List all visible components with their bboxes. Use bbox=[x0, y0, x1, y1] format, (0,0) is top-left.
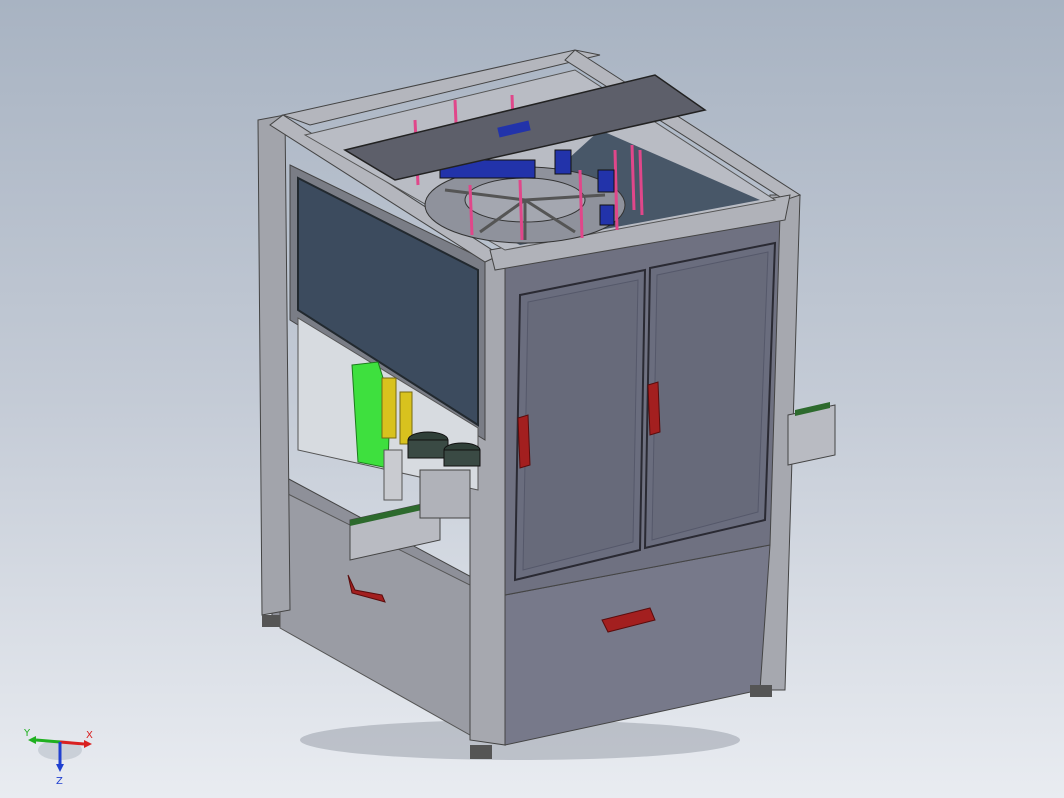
x-axis-head bbox=[84, 740, 92, 748]
blue-block-1 bbox=[554, 149, 572, 175]
blue-block-3 bbox=[599, 204, 615, 226]
z-axis-label: Z bbox=[56, 776, 63, 786]
jar-1-body bbox=[407, 439, 449, 459]
pneumatic-cylinder bbox=[383, 449, 403, 501]
foot-left bbox=[262, 615, 280, 627]
y-axis-label: Y bbox=[23, 728, 31, 739]
foot-front bbox=[470, 745, 492, 759]
front-right-door-glass bbox=[651, 251, 769, 541]
yellow-part-1 bbox=[381, 377, 397, 439]
left-door-handle bbox=[517, 414, 531, 469]
right-door-handle bbox=[647, 381, 661, 436]
x-axis-label: X bbox=[86, 730, 93, 741]
x-axis-arrow bbox=[59, 740, 85, 746]
cad-viewport[interactable]: X Y Z bbox=[0, 0, 1064, 798]
front-left-door-glass bbox=[522, 279, 639, 571]
view-orientation-triad[interactable]: X Y Z bbox=[18, 726, 98, 786]
z-axis-head bbox=[56, 764, 64, 772]
left-corner-post bbox=[257, 114, 291, 616]
left-conveyor-block bbox=[419, 469, 471, 519]
jar-2-body bbox=[443, 449, 481, 467]
blue-block-2 bbox=[597, 169, 615, 193]
machine-3d-model[interactable] bbox=[0, 0, 1064, 798]
y-axis-arrow bbox=[35, 738, 61, 744]
foot-right bbox=[750, 685, 772, 697]
